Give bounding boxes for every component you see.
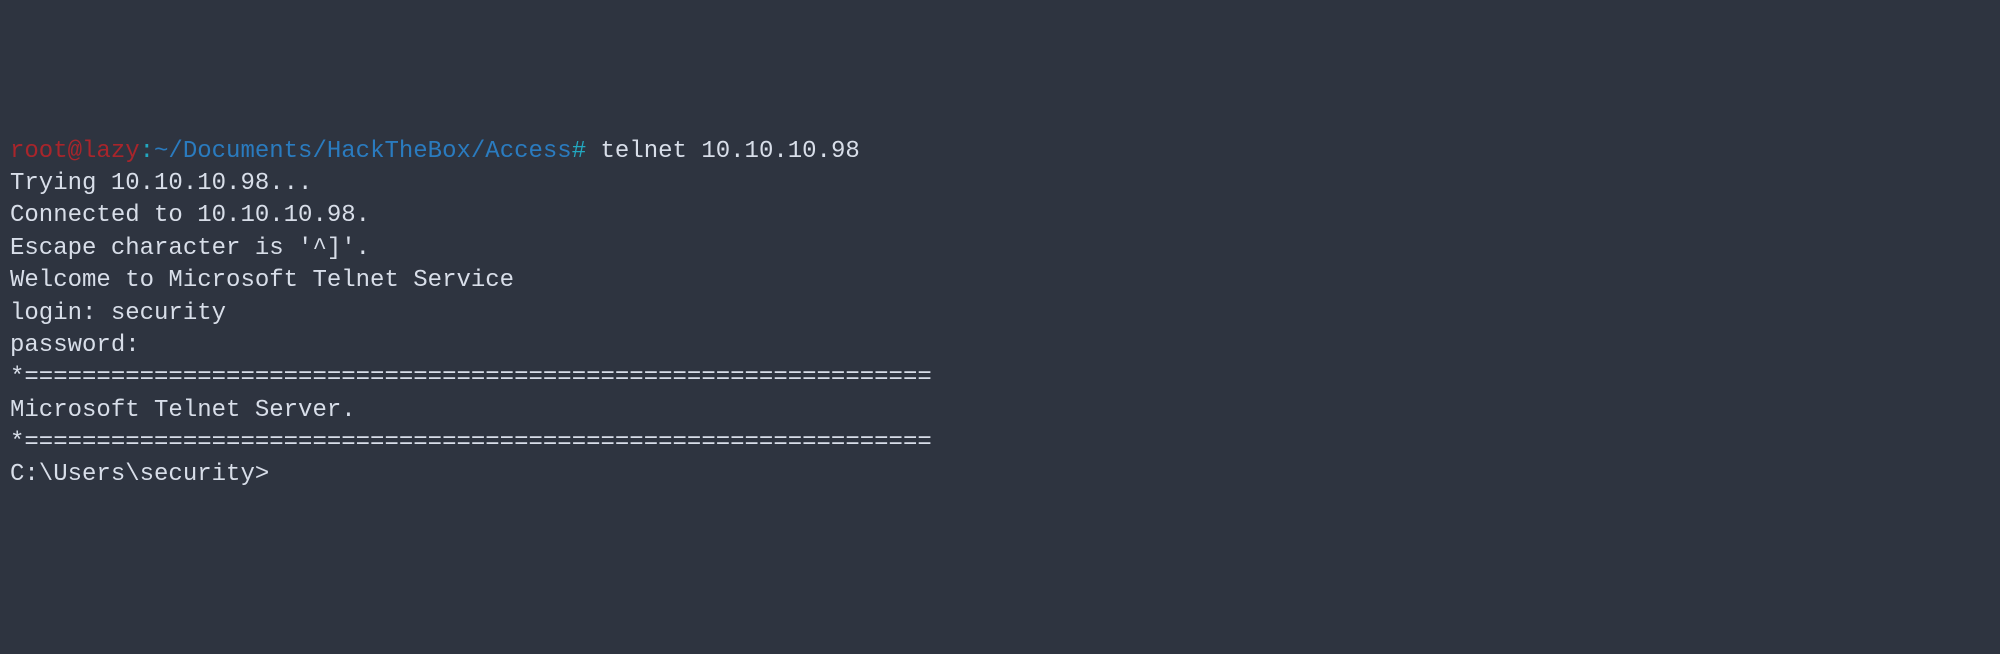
output-server: Microsoft Telnet Server. bbox=[10, 395, 1990, 427]
terminal[interactable]: root@lazy:~/Documents/HackTheBox/Access#… bbox=[10, 136, 1990, 492]
output-separator: *=======================================… bbox=[10, 427, 1990, 459]
prompt-hash: # bbox=[572, 138, 586, 165]
windows-prompt[interactable]: C:\Users\security> bbox=[10, 459, 1990, 491]
output-escape: Escape character is '^]'. bbox=[10, 233, 1990, 265]
output-welcome: Welcome to Microsoft Telnet Service bbox=[10, 265, 1990, 297]
output-password: password: bbox=[10, 330, 1990, 362]
output-separator: *=======================================… bbox=[10, 362, 1990, 394]
prompt-line: root@lazy:~/Documents/HackTheBox/Access#… bbox=[10, 136, 1990, 168]
command-text: telnet 10.10.10.98 bbox=[586, 138, 860, 165]
prompt-path: ~/Documents/HackTheBox/Access bbox=[154, 138, 572, 165]
output-login: login: security bbox=[10, 298, 1990, 330]
prompt-at: @ bbox=[68, 138, 82, 165]
prompt-host: lazy bbox=[82, 138, 140, 165]
prompt-user: root bbox=[10, 138, 68, 165]
output-trying: Trying 10.10.10.98... bbox=[10, 168, 1990, 200]
output-connected: Connected to 10.10.10.98. bbox=[10, 200, 1990, 232]
prompt-colon: : bbox=[140, 138, 154, 165]
